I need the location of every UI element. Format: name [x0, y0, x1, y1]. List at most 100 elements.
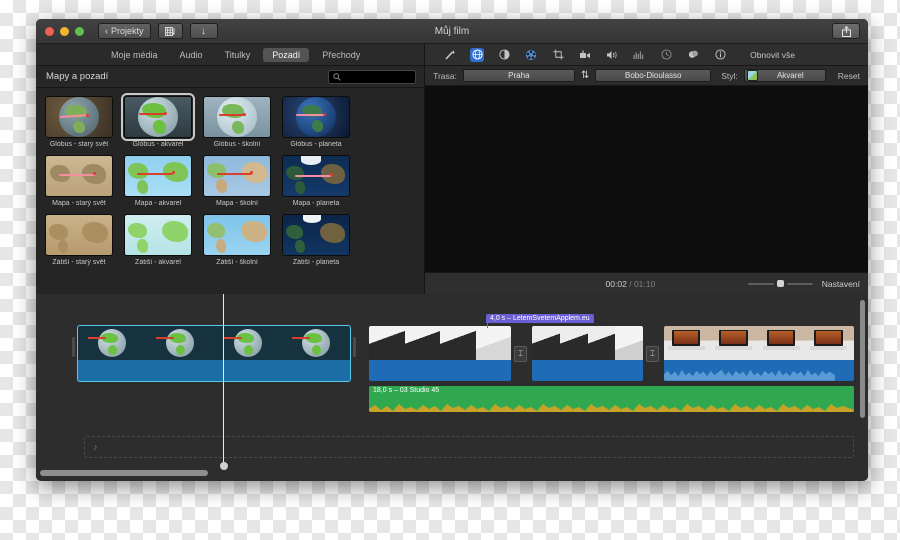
thumbnail	[124, 155, 192, 197]
thumbnail	[121, 93, 195, 141]
grid-item-label: Glóbus - starý svět	[49, 141, 109, 148]
grid-item-label: Mapa - planeta	[292, 200, 340, 207]
grid-item-label: Mapa - starý svět	[52, 200, 106, 207]
browser-search-input[interactable]	[328, 69, 417, 84]
music-waveform	[369, 404, 854, 412]
current-time: 00:02	[605, 278, 627, 289]
grid-item-map-school[interactable]: Mapa - školní	[203, 155, 271, 207]
timeline-clip-laptop-3[interactable]	[664, 326, 854, 381]
timeline-clip-globe[interactable]	[77, 325, 351, 382]
timeline-vertical-scrollbar[interactable]	[860, 300, 865, 418]
back-to-projects-button[interactable]: ‹ Projekty	[98, 23, 151, 39]
grid-item-globe-old[interactable]: Glóbus - starý svět	[45, 96, 113, 148]
background-grid: Glóbus - starý svět Glóbus - akvarel Gló…	[36, 88, 424, 294]
imovie-window: ‹ Projekty ↓ Můj film Moje média Audio T…	[36, 19, 868, 481]
volume-icon[interactable]	[605, 48, 619, 62]
grid-item-label: Mapa - školní	[215, 200, 259, 207]
clip-edge-handle[interactable]	[353, 337, 356, 357]
grid-item-label: Zátiší - planeta	[292, 259, 340, 266]
playhead[interactable]	[219, 294, 228, 470]
search-icon	[333, 72, 341, 81]
style-label: Styl:	[721, 70, 738, 81]
thumbnail	[282, 214, 350, 256]
share-icon	[841, 25, 851, 37]
close-button[interactable]	[45, 26, 54, 36]
route-to-field[interactable]: Bobo-Dioulasso	[595, 69, 712, 82]
style-dropdown[interactable]: Akvarel	[743, 69, 826, 82]
info-icon[interactable]	[713, 48, 727, 62]
color-correction-icon[interactable]	[524, 48, 538, 62]
grid-item-still-planet[interactable]: Zátiší - planeta	[282, 214, 350, 266]
import-button[interactable]: ↓	[189, 23, 218, 39]
grid-item-label: Glóbus - akvarel	[132, 141, 184, 148]
clip-filter-icon[interactable]	[686, 48, 700, 62]
color-balance-icon[interactable]	[497, 48, 511, 62]
timeline-music-clip[interactable]: 18,0 s – 03 Studio 45	[369, 386, 854, 412]
grid-item-globe-school[interactable]: Glóbus - školní	[203, 96, 271, 148]
grid-item-globe-planet[interactable]: Glóbus - planeta	[282, 96, 350, 148]
reset-button[interactable]: Reset	[838, 71, 860, 81]
timeline-clip-laptop-2[interactable]	[532, 326, 643, 381]
playhead-knob[interactable]	[219, 462, 228, 470]
grid-item-label: Zátiší - školní	[216, 259, 258, 266]
timeline-clip-laptop-1[interactable]	[369, 326, 511, 381]
grid-item-globe-aqua[interactable]: Glóbus - akvarel	[121, 93, 195, 148]
grid-item-still-school[interactable]: Zátiší - školní	[203, 214, 271, 266]
tab-audio[interactable]: Audio	[171, 48, 212, 62]
zoom-button[interactable]	[75, 26, 84, 36]
grid-item-still-aqua[interactable]: Zátiší - akvarel	[124, 214, 192, 266]
title-bar: ‹ Projekty ↓ Můj film	[36, 19, 868, 44]
magic-wand-icon[interactable]	[443, 48, 457, 62]
reset-all-button[interactable]: Obnovit vše	[750, 50, 795, 60]
noise-reduction-icon[interactable]	[632, 48, 646, 62]
clip-edge-handle[interactable]	[72, 337, 75, 357]
music-clip-label: 18,0 s – 03 Studio 45	[373, 387, 440, 394]
route-row: Trasa: Praha ⇅ Bobo-Dioulasso Styl: Akva…	[425, 66, 868, 86]
viewer-zoom-slider[interactable]: Nastavení	[747, 279, 860, 289]
time-separator: /	[629, 278, 632, 289]
viewer-bottom-bar: 00:02 / 01:10 Nastavení	[425, 272, 868, 294]
grid-item-map-old[interactable]: Mapa - starý svět	[45, 155, 113, 207]
style-value: Akvarel	[776, 71, 804, 80]
settings-button[interactable]: Nastavení	[822, 279, 860, 289]
video-preview-stage[interactable]	[425, 86, 868, 272]
transition-icon[interactable]: ⌶	[514, 346, 527, 362]
timecode-display: 00:02 / 01:10	[606, 279, 656, 289]
inspector-toolbar: Obnovit vše	[425, 44, 868, 66]
thumbnail	[124, 214, 192, 256]
total-time: 01:10	[633, 278, 656, 289]
route-from-field[interactable]: Praha	[462, 69, 575, 82]
music-note-icon: ♪	[93, 442, 98, 452]
chevron-left-icon: ‹	[105, 26, 108, 36]
music-drop-zone[interactable]: ♪	[84, 436, 854, 458]
stabilization-icon[interactable]	[578, 48, 592, 62]
tab-titulky[interactable]: Titulky	[216, 48, 260, 62]
crop-icon[interactable]	[551, 48, 565, 62]
tab-moje-media[interactable]: Moje média	[102, 48, 167, 62]
browser-title: Mapy a pozadí	[46, 71, 109, 82]
grid-item-map-aqua[interactable]: Mapa - akvarel	[124, 155, 192, 207]
transition-icon[interactable]: ⌶	[646, 346, 659, 362]
speed-icon[interactable]	[659, 48, 673, 62]
share-button[interactable]	[832, 23, 860, 39]
timeline[interactable]: 4,0 s – LetemSvetemApplem.eu ⌶ ⌶ 18,0 s …	[36, 294, 868, 480]
grid-item-still-old[interactable]: Zátiší - starý svět	[45, 214, 113, 266]
route-label: Trasa:	[433, 70, 457, 81]
slider-knob[interactable]	[776, 280, 784, 287]
tab-prechody[interactable]: Přechody	[313, 48, 369, 62]
tab-pozadi[interactable]: Pozadí	[263, 47, 310, 62]
grid-item-label: Zátiší - akvarel	[135, 259, 181, 266]
thumbnail	[203, 96, 271, 138]
media-browser-button[interactable]	[157, 23, 183, 39]
window-controls[interactable]	[36, 26, 84, 36]
globe-icon[interactable]	[470, 47, 485, 62]
browser-tabs: Moje média Audio Titulky Pozadí Přechody	[36, 44, 425, 66]
minimize-button[interactable]	[60, 26, 69, 36]
media-browser: Moje média Audio Titulky Pozadí Přechody…	[36, 44, 426, 294]
swap-arrows-icon[interactable]: ⇅	[581, 70, 589, 81]
grid-item-map-planet[interactable]: Mapa - planeta	[282, 155, 350, 207]
grid-item-label: Zátiší - starý svět	[52, 259, 106, 266]
viewer-pane: Obnovit vše Trasa: Praha ⇅ Bobo-Dioulass…	[425, 44, 868, 294]
thumbnail	[282, 155, 350, 197]
timeline-horizontal-scrollbar[interactable]	[40, 470, 208, 476]
